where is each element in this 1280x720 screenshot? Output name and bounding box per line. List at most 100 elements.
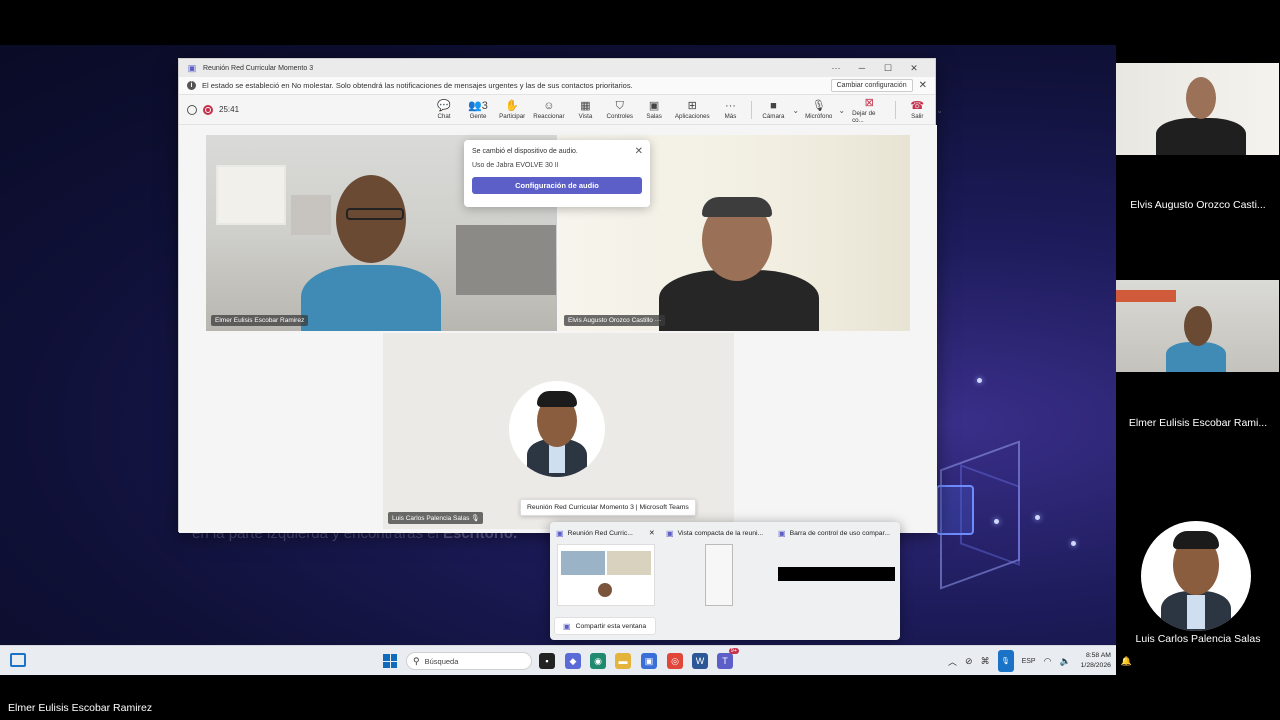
toolbar-divider [895, 101, 897, 119]
teams-icon: ▣ [187, 62, 197, 73]
wifi-icon[interactable]: ◠ [1044, 656, 1052, 667]
teams-icon: ▣ [556, 528, 564, 538]
recording-icon [203, 104, 213, 115]
camera-icon: ■ [770, 100, 777, 112]
minimize-button[interactable]: ─ [849, 63, 875, 73]
volume-icon[interactable]: 🔈 [1059, 656, 1070, 667]
controls-button[interactable]: ⛉ Controles [607, 100, 633, 120]
dnd-notice-bar: i El estado se estableció en No molestar… [179, 77, 935, 95]
mic-options-chevron-icon[interactable]: ⌄ [838, 106, 845, 115]
file-explorer-icon[interactable]: ▬ [615, 653, 631, 669]
more-icon[interactable]: ··· [655, 317, 662, 324]
leave-options-chevron-icon[interactable]: ⌄ [936, 106, 943, 115]
side-video-elmer[interactable] [1116, 280, 1279, 372]
share-this-window-button[interactable]: ▣ Compartir esta ventana [554, 617, 656, 635]
title-bar: ▣ Reunión Red Curricular Momento 3 ··· ─… [179, 59, 935, 77]
teams-window: ▣ Reunión Red Curricular Momento 3 ··· ─… [178, 58, 943, 533]
popup-subtitle: Uso de Jabra EVOLVE 30 II [472, 162, 559, 169]
network-dot [994, 519, 999, 524]
preview-thumbnail[interactable] [705, 544, 733, 606]
task-view-icon[interactable]: ▪ [539, 653, 555, 669]
side-video-elvis[interactable] [1116, 63, 1279, 155]
change-settings-button[interactable]: Cambiar configuración [830, 79, 913, 92]
participant-name-tag: Elmer Eulisis Escobar Ramirez [211, 315, 309, 326]
stop-sharing-button[interactable]: ⊠ Dejar de co... [852, 97, 886, 124]
close-icon[interactable]: ✕ [649, 529, 655, 537]
raise-hand-button[interactable]: ✋ Participar [499, 100, 525, 120]
word-icon[interactable]: W [692, 653, 708, 669]
hang-up-icon: ☎ [910, 100, 925, 112]
side-name-elmer: Elmer Eulisis Escobar Rami... [1128, 417, 1268, 429]
meeting-timer: 25:41 [219, 105, 240, 114]
more-button[interactable]: ··· Más [718, 100, 742, 120]
grid-icon: ▦ [580, 100, 591, 112]
dnd-notice-text: El estado se estableció en No molestar. … [202, 81, 633, 90]
mic-button[interactable]: 🎙 Micrófono [805, 100, 832, 120]
rooms-icon: ▣ [648, 100, 660, 112]
close-popup-icon[interactable]: ✕ [635, 146, 643, 157]
window-tooltip: Reunión Red Curricular Momento 3 | Micro… [520, 499, 696, 516]
chevron-up-icon[interactable]: ︿ [948, 655, 957, 668]
info-icon: i [187, 81, 196, 90]
notifications-bell-icon[interactable]: 🔔 [1121, 656, 1132, 667]
stop-share-icon: ⊠ [864, 96, 874, 109]
side-name-luis: Luis Carlos Palencia Salas [1135, 633, 1261, 645]
preview-thumbnail[interactable] [778, 567, 895, 581]
chrome-icon[interactable]: ◎ [667, 653, 683, 669]
language-indicator[interactable]: ESP [1022, 658, 1036, 665]
toolbar-divider [751, 101, 753, 119]
smile-icon: ☺ [543, 100, 555, 112]
more-icon: ··· [724, 100, 736, 112]
apps-button[interactable]: ⊞ Aplicaciones [675, 100, 710, 120]
people-icon: 👥3 [468, 100, 488, 112]
network-off-icon[interactable]: ⊘ [965, 656, 973, 667]
view-button[interactable]: ▦ Vista [573, 100, 597, 120]
system-tray: ︿ ⊘ ⌘ 🎙 ESP ◠ 🔈 8:58 AM 1/28/2026 🔔 [944, 646, 1136, 676]
store-icon[interactable]: ▣ [641, 653, 657, 669]
preview-item-compact[interactable]: ▣ Vista compacta de la reuni... [666, 526, 763, 540]
shield-icon: ⛉ [615, 100, 624, 112]
meeting-toolbar: 25:41 💬 Chat 👥3 Gente ✋ Participar ☺ Reaccio… [179, 95, 943, 125]
window-title: Reunión Red Curricular Momento 3 [203, 64, 314, 72]
leave-button[interactable]: ☎ Salir [905, 100, 929, 120]
camera-button[interactable]: ■ Cámara [761, 100, 785, 120]
audio-device-popup: Se cambió el dispositivo de audio. ✕ Uso… [464, 140, 650, 207]
meeting-info-icon[interactable] [187, 104, 197, 115]
dismiss-notice-icon[interactable]: ✕ [919, 80, 927, 91]
participant-name-tag: Luis Carlos Palencia Salas 🎙 [388, 512, 484, 524]
edge-icon[interactable]: ◉ [590, 653, 606, 669]
toolbar-actions: 💬 Chat 👥3 Gente ✋ Participar ☺ Reaccionar ▦ V… [427, 95, 945, 125]
chat-button[interactable]: 💬 Chat [432, 100, 456, 120]
raise-hand-icon: ✋ [505, 100, 520, 112]
taskbar: ⚲ Búsqueda ▪ ◆ ◉ ▬ ▣ ◎ W T 9+ ︿ ⊘ ⌘ 🎙 ESP … [0, 645, 1132, 675]
close-window-button[interactable]: ✕ [901, 63, 927, 74]
taskbar-preview: ▣ Reunión Red Curric... ✕ ▣ Vista compacta … [550, 522, 900, 640]
start-button[interactable] [383, 654, 397, 668]
widgets-icon[interactable] [10, 653, 26, 667]
vpn-icon[interactable]: ⌘ [981, 656, 990, 667]
teams-taskbar-icon[interactable]: T 9+ [717, 648, 739, 669]
rooms-button[interactable]: ▣ Salas [642, 100, 666, 120]
audio-settings-button[interactable]: Configuración de audio [472, 177, 642, 194]
preview-item-meeting[interactable]: ▣ Reunión Red Curric... ✕ [556, 526, 655, 540]
avatar [509, 381, 605, 477]
preview-item-control-bar[interactable]: ▣ Barra de control de uso compar... [778, 526, 890, 540]
add-apps-icon: ⊞ [687, 100, 697, 112]
notification-badge: 9+ [728, 648, 739, 654]
more-options-icon[interactable]: ··· [823, 63, 849, 73]
react-button[interactable]: ☺ Reaccionar [533, 100, 564, 120]
preview-thumbnail[interactable] [557, 544, 655, 606]
chat-icon: 💬 [437, 100, 451, 112]
copilot-icon[interactable]: ◆ [565, 653, 581, 669]
camera-options-chevron-icon[interactable]: ⌄ [792, 106, 799, 115]
active-speaker-name: Elmer Eulisis Escobar Ramirez [8, 702, 153, 714]
maximize-button[interactable]: ☐ [875, 63, 901, 74]
clock[interactable]: 8:58 AM 1/28/2026 [1081, 651, 1111, 671]
search-box[interactable]: ⚲ Búsqueda [406, 652, 532, 670]
teams-icon: ▣ [563, 621, 571, 631]
people-button[interactable]: 👥3 Gente [466, 100, 490, 120]
microphone-in-use-icon[interactable]: 🎙 [997, 650, 1014, 672]
server-icon [936, 485, 974, 535]
side-avatar-luis[interactable] [1141, 521, 1251, 631]
popup-title: Se cambió el dispositivo de audio. [472, 148, 578, 155]
